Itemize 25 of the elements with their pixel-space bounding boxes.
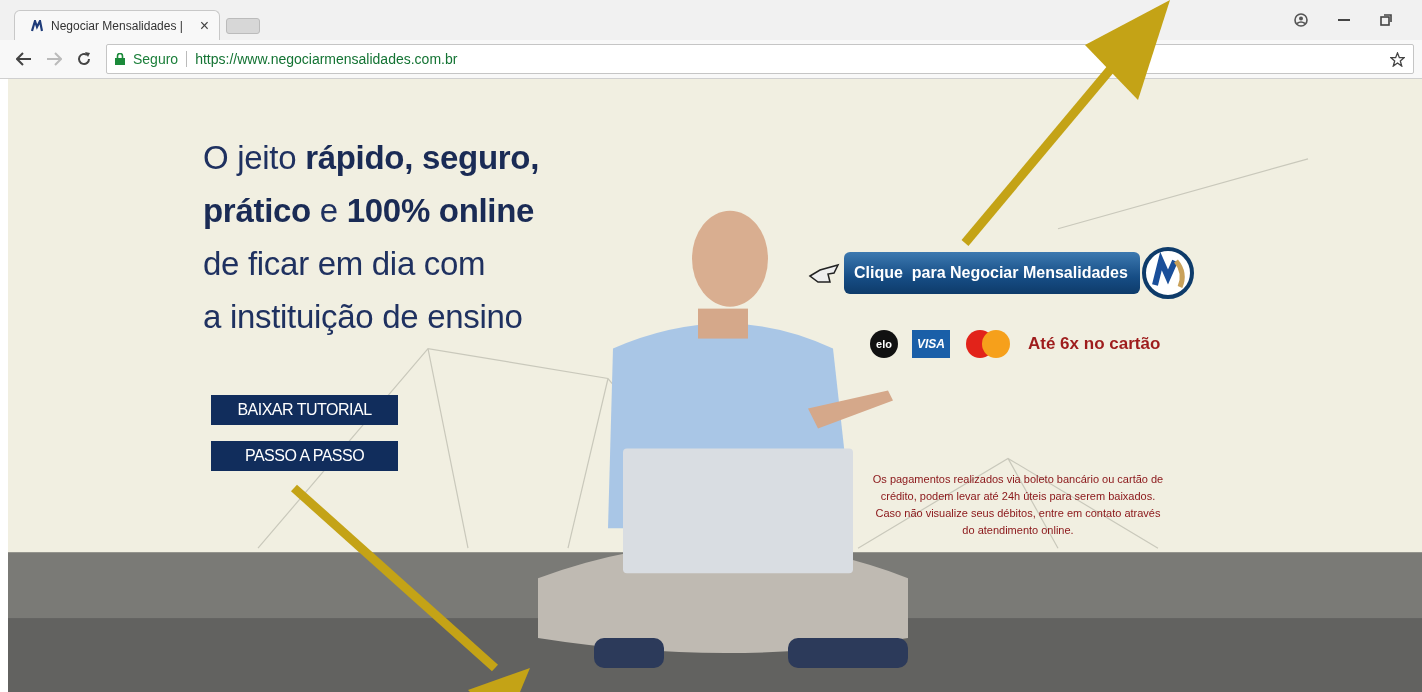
payment-notice: Os pagamentos realizados via boleto bancário ou cartão de crédito, podem levar até 24h úteis para serem baixados. Caso não visualize seus débitos, entre em contato através do atendimento online. <box>871 472 1165 538</box>
profile-icon[interactable] <box>1294 13 1308 27</box>
reload-icon[interactable] <box>76 51 92 67</box>
negotiate-button[interactable]: Clique para Negociar Mensalidades <box>844 252 1140 294</box>
address-field[interactable]: Seguro https://www.negociarmensalidades.com.br <box>106 44 1414 74</box>
headline-line: de ficar em dia com <box>203 244 487 284</box>
back-icon[interactable] <box>16 52 32 66</box>
bookmark-star-icon[interactable] <box>1390 51 1405 67</box>
tutorial-button[interactable]: PASSO A PASSO <box>211 441 398 471</box>
browser-tab[interactable]: Negociar Mensalidades | × <box>14 10 220 40</box>
pointer-hand-icon <box>808 262 842 284</box>
logo-icon <box>31 19 43 32</box>
tab-title: Negociar Mensalidades | <box>51 18 183 33</box>
restore-icon[interactable] <box>1380 14 1392 26</box>
tutorial-button[interactable]: BAIXAR TUTORIAL <box>211 395 398 425</box>
headline-line: a instituição de ensino <box>203 297 524 337</box>
installments-text: Até 6x no cartão <box>1028 334 1161 354</box>
headline-line: O jeito rápido, seguro, <box>203 138 541 178</box>
secure-label: Seguro <box>133 51 179 67</box>
close-tab-button[interactable]: × <box>199 16 209 35</box>
two-circles-card-icon <box>964 329 1012 359</box>
headline-line: prático e 100% online <box>203 191 536 231</box>
visa-card-logo: VISA <box>912 330 950 358</box>
lock-icon <box>115 53 125 65</box>
url-text: https://www.negociarmensalidades.com.br <box>195 51 458 67</box>
